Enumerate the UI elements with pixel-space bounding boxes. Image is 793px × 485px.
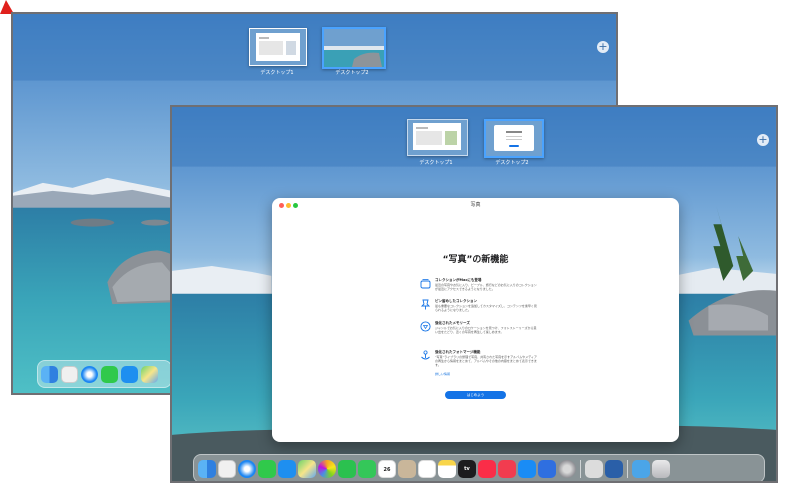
desktop-thumbnail-1-preview bbox=[408, 120, 467, 155]
memories-icon bbox=[420, 321, 431, 332]
downloads-folder-icon[interactable] bbox=[632, 459, 650, 478]
pin-icon bbox=[420, 299, 431, 310]
desktop-thumbnail-2[interactable] bbox=[322, 27, 386, 69]
tv-label: tv bbox=[464, 465, 470, 472]
dock-divider bbox=[580, 459, 581, 478]
window-titlebar: 写真 bbox=[272, 198, 679, 213]
phone-icon[interactable] bbox=[358, 459, 376, 478]
desktop-thumbnail-1[interactable] bbox=[249, 28, 307, 66]
maps-icon[interactable] bbox=[298, 459, 316, 478]
appstore-icon[interactable] bbox=[518, 459, 536, 478]
calendar-day: 26 bbox=[383, 466, 391, 473]
mail-icon[interactable] bbox=[121, 365, 138, 383]
desktop-thumbnail-1[interactable] bbox=[407, 119, 468, 156]
start-button[interactable]: はじめよう bbox=[445, 391, 506, 399]
screenshot-icon[interactable] bbox=[585, 459, 603, 478]
mail-icon[interactable] bbox=[278, 459, 296, 478]
dock-front: 26 tv bbox=[193, 454, 765, 481]
dock-back bbox=[37, 360, 172, 388]
photos-welcome-window: 写真 “写真”の新機能 コレクションがMacにも登場 最近の写真やお気に入り、ピ… bbox=[272, 198, 679, 442]
finder-icon[interactable] bbox=[41, 365, 58, 383]
dock-divider bbox=[627, 459, 628, 478]
photo-share-icon bbox=[421, 350, 430, 360]
finder-icon[interactable] bbox=[198, 459, 216, 478]
contacts-icon[interactable] bbox=[398, 459, 416, 478]
desktop-thumbnail-2-preview bbox=[324, 29, 384, 67]
calendar-icon[interactable]: 26 bbox=[378, 459, 396, 478]
feature-description: 最近の写真やお気に入り、ピープル、旅行などのお気に入りのコレクションが最近にアク… bbox=[435, 283, 537, 291]
feature-description: ジャンルでお気に入りのロケーションを見つけ、フォトストーリーズから思い出をたどり… bbox=[435, 326, 537, 334]
keynote-icon[interactable] bbox=[538, 459, 556, 478]
mission-control-screen-front: デスクトップ1 デスクトップ2 + 写真 “写真”の新機能 コレクションがMac… bbox=[170, 105, 778, 483]
add-desktop-button[interactable]: + bbox=[757, 134, 769, 146]
collections-icon bbox=[420, 279, 431, 289]
desktop-thumbnail-2-preview bbox=[486, 121, 542, 156]
messages-icon[interactable] bbox=[258, 459, 276, 478]
safari-icon[interactable] bbox=[81, 365, 98, 383]
news-icon[interactable] bbox=[498, 459, 516, 478]
learn-more-link[interactable]: 詳しい情報 bbox=[435, 372, 450, 376]
safari-icon[interactable] bbox=[238, 459, 256, 478]
desktop-thumbnail-1-preview bbox=[250, 29, 306, 65]
feature-description: “写真”ライブラリの整理で写真、共有された写真を示すアルバムやメディアの再生から… bbox=[435, 355, 537, 367]
desktop-thumbnail-2[interactable] bbox=[484, 119, 544, 158]
desktop-1-label: デスクトップ1 bbox=[419, 160, 453, 166]
desktop-1-label: デスクトップ1 bbox=[260, 70, 294, 76]
desktop-2-label: デスクトップ2 bbox=[335, 70, 369, 76]
photos-icon[interactable] bbox=[318, 459, 336, 478]
whats-new-heading: “写真”の新機能 bbox=[442, 255, 509, 265]
desktop-2-label: デスクトップ2 bbox=[495, 160, 529, 166]
feature-description: 最も重要なコレクションを追加してカスタマイズし、コンテンツを素早く見られるように… bbox=[435, 304, 537, 312]
tv-icon[interactable]: tv bbox=[458, 459, 476, 478]
messages-icon[interactable] bbox=[101, 365, 118, 383]
preview-icon[interactable] bbox=[605, 459, 623, 478]
window-title: 写真 bbox=[470, 202, 481, 208]
reminders-icon[interactable] bbox=[418, 459, 436, 478]
launchpad-icon[interactable] bbox=[218, 459, 236, 478]
facetime-icon[interactable] bbox=[338, 459, 356, 478]
maps-icon[interactable] bbox=[141, 365, 158, 383]
notes-icon[interactable] bbox=[438, 459, 456, 478]
launchpad-icon[interactable] bbox=[61, 365, 78, 383]
trash-icon[interactable] bbox=[652, 459, 670, 478]
system-settings-icon[interactable] bbox=[558, 459, 576, 478]
music-icon[interactable] bbox=[478, 459, 496, 478]
add-desktop-button[interactable]: + bbox=[597, 41, 609, 53]
